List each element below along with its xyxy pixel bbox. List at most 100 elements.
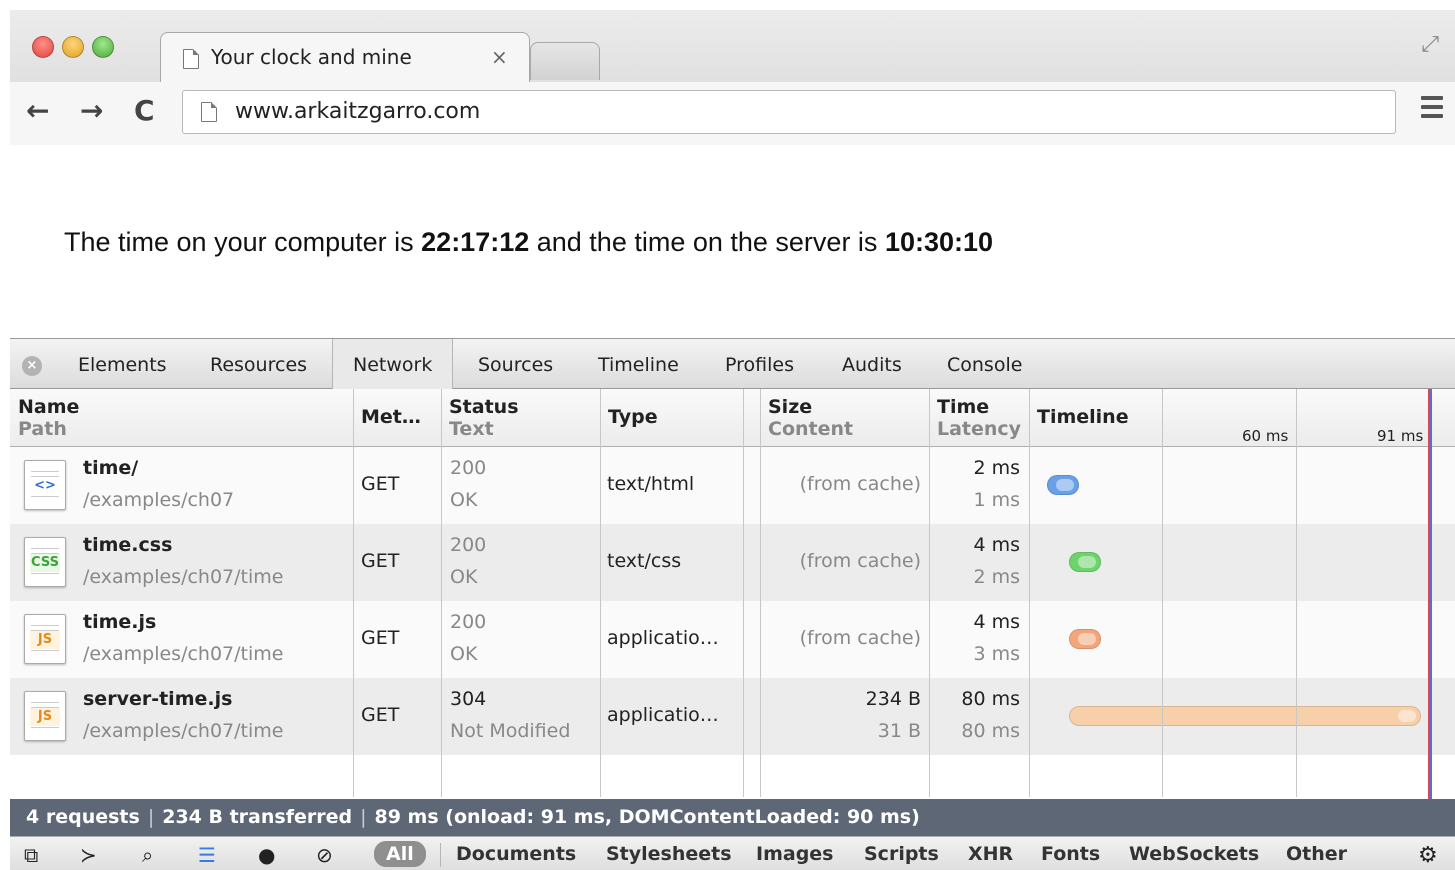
status-cell: 304 Not Modified [441, 678, 600, 755]
status-cell: 200 OK [441, 601, 600, 678]
timeline-cell [1029, 447, 1455, 524]
summary-separator: | [147, 806, 155, 828]
size-cell: (from cache) [760, 524, 929, 601]
forward-button[interactable]: → [80, 96, 103, 126]
large-rows-icon[interactable]: ☰ [198, 843, 216, 867]
filter-fonts[interactable]: Fonts [1041, 843, 1100, 865]
page-icon [183, 49, 199, 69]
tab-console[interactable]: Console [947, 339, 1022, 389]
status-text: OK [450, 643, 478, 665]
method-cell: GET [353, 524, 441, 601]
tab-network[interactable]: Network [332, 339, 454, 389]
browser-tab[interactable]: Your clock and mine × [160, 32, 530, 82]
clock-middle: and the time on the server is [529, 227, 885, 257]
column-divider [600, 389, 601, 797]
header-time-label: Time [937, 396, 990, 418]
column-divider [929, 389, 930, 797]
devtools-close-icon[interactable]: × [22, 356, 42, 376]
column-divider [743, 389, 744, 797]
browser-window-chrome: Your clock and mine × ⤢ ← → C www.arkait… [10, 10, 1455, 145]
tab-close-icon[interactable]: × [491, 45, 508, 69]
type-cell: text/html [600, 447, 743, 524]
network-request-row[interactable]: JS time.js/examples/ch07/time GET 200 OK appl… [10, 601, 1455, 678]
time-cell: 4 ms 2 ms [929, 524, 1029, 601]
js-file-icon: JS [24, 614, 66, 664]
window-maximize-button[interactable] [92, 36, 114, 58]
method-cell: GET [353, 447, 441, 524]
request-size: (from cache) [799, 550, 921, 572]
filter-other[interactable]: Other [1286, 843, 1347, 865]
header-timeline-label: Timeline [1037, 406, 1129, 428]
column-header-status[interactable]: Status Text [441, 389, 600, 447]
timeline-bar[interactable] [1068, 552, 1101, 572]
url-text[interactable]: www.arkaitzgarro.com [235, 99, 480, 124]
tab-profiles[interactable]: Profiles [725, 339, 794, 389]
tab-elements[interactable]: Elements [78, 339, 167, 389]
new-tab-button[interactable] [530, 42, 600, 80]
column-header-method[interactable]: Met… [353, 389, 441, 447]
record-icon[interactable]: ● [258, 843, 275, 867]
summary-timing: 89 ms (onload: 91 ms, DOMContentLoaded: … [374, 806, 920, 828]
method-cell: GET [353, 601, 441, 678]
time-cell: 4 ms 3 ms [929, 601, 1029, 678]
filter-documents[interactable]: Documents [456, 843, 576, 865]
network-request-row[interactable]: JS server-time.js/examples/ch07/time GET 30… [10, 678, 1455, 755]
request-method: GET [361, 704, 400, 726]
column-header-type[interactable]: Type [600, 389, 760, 447]
dock-icon[interactable]: ⧉ [24, 843, 38, 867]
request-type: applicatio… [607, 704, 719, 726]
client-time: 22:17:12 [421, 227, 530, 257]
tab-audits[interactable]: Audits [842, 339, 902, 389]
filter-all[interactable]: All [374, 841, 426, 867]
timeline-bar[interactable] [1047, 475, 1079, 495]
column-divider [760, 389, 761, 797]
clear-icon[interactable]: ⊘ [316, 843, 333, 867]
hamburger-menu-icon[interactable] [1421, 96, 1443, 123]
server-time: 10:30:10 [884, 227, 994, 257]
header-size-label: Size [768, 396, 813, 418]
request-latency: 3 ms [973, 643, 1020, 665]
filter-scripts[interactable]: Scripts [864, 843, 939, 865]
window-close-button[interactable] [32, 36, 54, 58]
network-request-row[interactable]: <> time/ /examples/ch07 GET 200 OK text/html (f… [10, 447, 1455, 524]
fullscreen-icon[interactable]: ⤢ [1421, 32, 1439, 57]
address-bar[interactable]: www.arkaitzgarro.com [182, 90, 1396, 134]
column-header-time[interactable]: Time Latency [929, 389, 1029, 447]
file-type-badge: <> [30, 477, 60, 495]
request-name: time.css [83, 534, 173, 556]
file-type-badge: JS [30, 708, 60, 726]
file-type-badge: CSS [30, 554, 60, 572]
column-header-size[interactable]: Size Content [760, 389, 929, 447]
tab-timeline[interactable]: Timeline [598, 339, 679, 389]
search-icon[interactable]: ⌕ [142, 843, 153, 867]
console-drawer-icon[interactable]: ≻ [80, 843, 97, 867]
header-path-label: Path [18, 418, 67, 440]
reload-button[interactable]: C [134, 96, 155, 126]
filter-images[interactable]: Images [756, 843, 833, 865]
window-minimize-button[interactable] [62, 36, 84, 58]
status-text: OK [450, 566, 478, 588]
devtools-tab-bar: × Elements Resources Network Sources Tim… [10, 339, 1455, 389]
status-divider [440, 843, 441, 867]
header-method-label: Met… [361, 406, 421, 428]
settings-gear-icon[interactable]: ⚙ [1418, 843, 1438, 868]
timeline-bar[interactable] [1068, 706, 1421, 726]
column-header-timeline[interactable]: Timeline 60 ms 91 ms [1029, 389, 1455, 447]
request-name: time/ [83, 457, 139, 479]
column-header-name[interactable]: Name Path [10, 389, 353, 447]
request-path: /examples/ch07/time [83, 643, 284, 665]
filter-websockets[interactable]: WebSockets [1129, 843, 1259, 865]
tab-sources[interactable]: Sources [478, 339, 553, 389]
summary-separator: | [360, 806, 367, 828]
header-content-label: Content [768, 418, 854, 440]
time-cell: 80 ms 80 ms [929, 678, 1029, 755]
timeline-bar[interactable] [1068, 629, 1101, 649]
size-cell: (from cache) [760, 447, 929, 524]
back-button[interactable]: ← [26, 96, 49, 126]
network-grid: Name Path Met… Status Text Type Size Con… [10, 389, 1455, 799]
tab-resources[interactable]: Resources [210, 339, 307, 389]
filter-xhr[interactable]: XHR [968, 843, 1013, 865]
filter-stylesheets[interactable]: Stylesheets [606, 843, 732, 865]
network-request-row[interactable]: CSS time.css/examples/ch07/time GET 200 OK te… [10, 524, 1455, 601]
request-name: server-time.js [83, 688, 233, 710]
